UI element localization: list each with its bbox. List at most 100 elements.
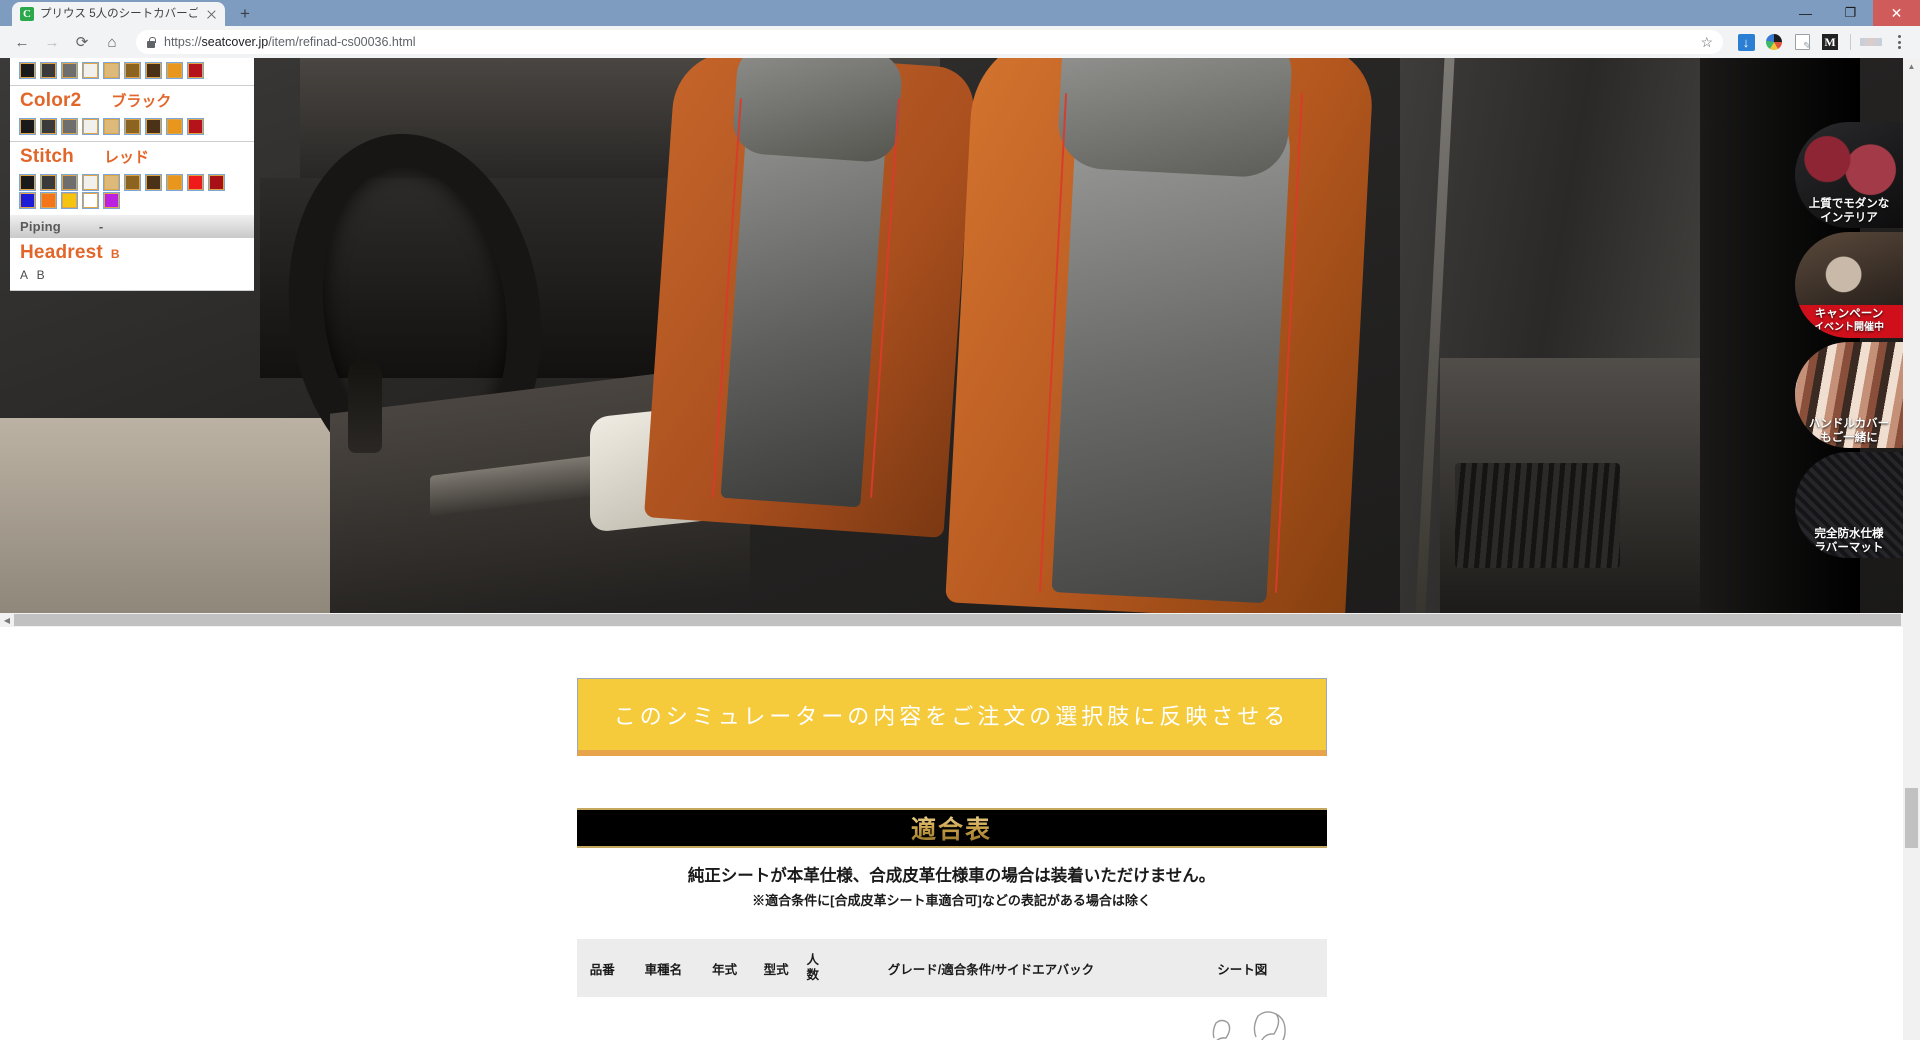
banner-caption: ハンドルカバー もご一緒に xyxy=(1795,417,1903,448)
color-swatch[interactable] xyxy=(187,174,204,191)
table-header-row: 品番 車種名 年式 型式 人 数 グレード/適合条件/サイドエアバック シート図 xyxy=(576,939,1327,997)
image-thumbnail-icon[interactable] xyxy=(1858,29,1884,55)
fitment-note-secondary: ※適合条件に[合成皮革シート車適合可]などの表記がある場合は除く xyxy=(752,893,1151,908)
color-swatch[interactable] xyxy=(187,118,204,135)
stitch-swatch-row-2[interactable] xyxy=(10,192,254,215)
star-icon[interactable]: ☆ xyxy=(1700,34,1713,51)
banner-caption-line2: イベント開催中 xyxy=(1814,322,1884,333)
reload-icon[interactable]: ⟳ xyxy=(68,28,96,56)
scroll-up-icon[interactable]: ▲ xyxy=(1903,58,1920,75)
banner-caption: 完全防水仕様 ラバーマット xyxy=(1795,527,1903,558)
banner-caption-line1: 上質でモダンな xyxy=(1808,198,1890,210)
color-swatch[interactable] xyxy=(40,192,57,209)
color-swatch[interactable] xyxy=(145,174,162,191)
page-content: このシミュレーターの内容をご注文の選択肢に反映させる 適合表 純正シートが本革仕… xyxy=(0,658,1903,1040)
url-text: https://seatcover.jp/item/refinad-cs0003… xyxy=(164,35,416,49)
color-swatch[interactable] xyxy=(103,174,120,191)
color-swatch[interactable] xyxy=(187,62,204,79)
piping-label: Piping xyxy=(20,219,61,234)
address-bar[interactable]: https://seatcover.jp/item/refinad-cs0003… xyxy=(136,30,1723,54)
stitch-label: Stitch xyxy=(20,146,74,167)
cell-shashumei xyxy=(628,997,699,1040)
banner-caption-line1: ハンドルカバー xyxy=(1808,418,1890,430)
color-swatch[interactable] xyxy=(124,62,141,79)
stitch-swatch-row-1[interactable] xyxy=(10,170,254,193)
color-swatch[interactable] xyxy=(40,62,57,79)
color-swatch[interactable] xyxy=(82,118,99,135)
chrome-menu-icon[interactable] xyxy=(1886,29,1912,55)
seat-simulator-preview[interactable]: Color2 ブラック Stitch レッド Piping - Headrest… xyxy=(0,58,1903,613)
minimize-button[interactable]: — xyxy=(1783,0,1828,26)
column-header-katashiki: 型式 xyxy=(750,939,802,997)
column-header-hinban: 品番 xyxy=(576,939,628,997)
new-tab-button[interactable]: + xyxy=(231,2,259,26)
handle-cover-banner[interactable]: ハンドルカバー もご一緒に xyxy=(1795,342,1903,448)
maximize-button[interactable]: ❐ xyxy=(1828,0,1873,26)
color-swatch[interactable] xyxy=(40,174,57,191)
url-host: seatcover.jp xyxy=(201,35,269,49)
color-swatch[interactable] xyxy=(61,62,78,79)
apply-simulator-label: このシミュレーターの内容をご注文の選択肢に反映させる xyxy=(613,703,1290,729)
color-swatch[interactable] xyxy=(61,192,78,209)
home-icon[interactable]: ⌂ xyxy=(98,28,126,56)
color-swatch[interactable] xyxy=(166,118,183,135)
color1-swatch-row[interactable] xyxy=(10,58,254,85)
page-vertical-scrollbar[interactable]: ▲ xyxy=(1903,58,1920,1040)
color-wheel-extension-icon[interactable] xyxy=(1761,29,1787,55)
color-swatch[interactable] xyxy=(19,192,36,209)
rubber-mat-banner[interactable]: 完全防水仕様 ラバーマット xyxy=(1795,452,1903,558)
horizontal-scroll-thumb[interactable] xyxy=(14,614,1901,626)
cell-nenshiki xyxy=(699,997,750,1040)
headrest-options[interactable]: A B xyxy=(10,266,254,290)
color-swatch[interactable] xyxy=(61,174,78,191)
cell-katashiki xyxy=(750,997,801,1040)
color2-swatch-row[interactable] xyxy=(10,114,254,141)
headrest-label: Headrest xyxy=(20,242,103,263)
headrest-value: B xyxy=(110,247,120,261)
color-swatch[interactable] xyxy=(145,62,162,79)
color-swatch[interactable] xyxy=(19,174,36,191)
piping-value: - xyxy=(98,219,104,234)
close-window-button[interactable]: ✕ xyxy=(1873,0,1920,26)
piping-row[interactable]: Piping - xyxy=(10,215,254,238)
color-swatch[interactable] xyxy=(166,62,183,79)
browser-tab[interactable]: C プリウス 5人のシートカバーご案内 カ xyxy=(12,2,225,26)
premium-interior-banner[interactable]: 上質でモダンな インテリア xyxy=(1795,122,1903,228)
color-swatch[interactable] xyxy=(19,62,36,79)
table-row[interactable] xyxy=(577,997,1327,1040)
column-header-ninzu: 人 数 xyxy=(801,939,824,997)
close-icon[interactable] xyxy=(204,7,219,22)
scroll-left-icon[interactable]: ◀ xyxy=(0,613,14,627)
download-extension-icon[interactable] xyxy=(1733,29,1759,55)
color-swatch[interactable] xyxy=(19,118,36,135)
hero-horizontal-scrollbar[interactable]: ◀ xyxy=(0,613,1903,627)
color-swatch[interactable] xyxy=(124,118,141,135)
vertical-scroll-thumb[interactable] xyxy=(1905,788,1918,848)
gmail-extension-icon[interactable]: M xyxy=(1817,29,1843,55)
color-swatch[interactable] xyxy=(103,192,120,209)
color-swatch[interactable] xyxy=(103,118,120,135)
color-swatch[interactable] xyxy=(40,118,57,135)
ninzu-char-2: 数 xyxy=(806,968,820,982)
notepad-extension-icon[interactable] xyxy=(1789,29,1815,55)
color-swatch[interactable] xyxy=(82,174,99,191)
color-swatch[interactable] xyxy=(103,62,120,79)
color2-row: Color2 ブラック xyxy=(10,86,254,114)
fitment-table-body xyxy=(577,997,1327,1040)
stitch-row: Stitch レッド xyxy=(10,142,254,170)
color-swatch[interactable] xyxy=(145,118,162,135)
tab-favicon-icon: C xyxy=(20,7,34,21)
color2-value: ブラック xyxy=(111,93,172,110)
color-swatch[interactable] xyxy=(208,174,225,191)
column-header-nenshiki: 年式 xyxy=(698,939,751,997)
color-swatch[interactable] xyxy=(82,192,99,209)
color-swatch[interactable] xyxy=(82,62,99,79)
color-swatch[interactable] xyxy=(166,174,183,191)
campaign-banner[interactable]: キャンペーン イベント開催中 xyxy=(1795,232,1903,338)
color-swatch[interactable] xyxy=(124,174,141,191)
color-simulator-panel[interactable]: Color2 ブラック Stitch レッド Piping - Headrest… xyxy=(10,58,254,291)
back-icon[interactable]: ← xyxy=(8,28,36,56)
forward-icon[interactable]: → xyxy=(38,28,66,56)
color-swatch[interactable] xyxy=(61,118,78,135)
apply-simulator-button[interactable]: このシミュレーターの内容をご注文の選択肢に反映させる xyxy=(576,678,1327,756)
